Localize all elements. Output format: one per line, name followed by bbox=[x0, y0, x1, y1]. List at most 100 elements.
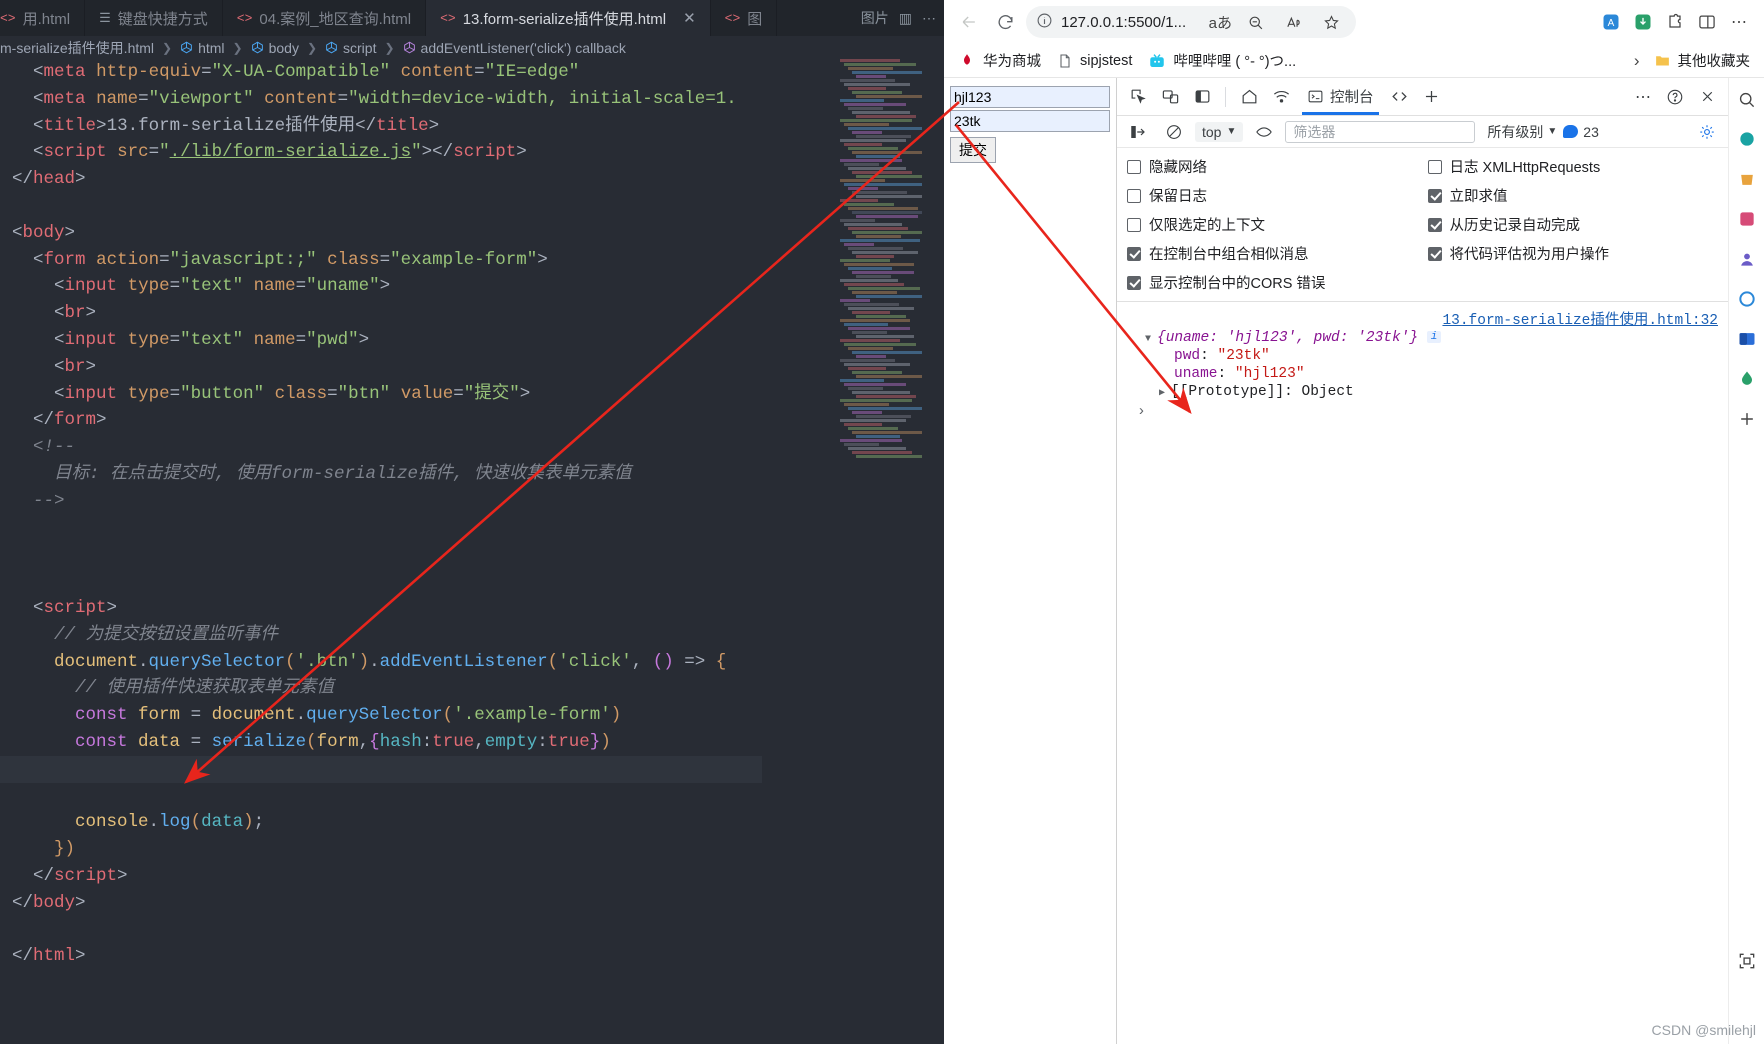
bookmarks-overflow-icon[interactable]: › bbox=[1634, 51, 1640, 71]
no-entry-icon[interactable] bbox=[1159, 118, 1189, 146]
code-line[interactable]: <meta http-equiv="X-UA-Compatible" conte… bbox=[12, 59, 944, 86]
code-line[interactable]: <br> bbox=[12, 354, 944, 381]
code-line[interactable]: <br> bbox=[12, 300, 944, 327]
browser-essentials-icon[interactable] bbox=[1734, 286, 1760, 312]
bookmark-bilibili[interactable]: 哔哩哔哩 ( °- °)つ... bbox=[1148, 50, 1296, 71]
setting-autocomplete-history[interactable]: 从历史记录自动完成 bbox=[1427, 214, 1719, 235]
code-line[interactable]: <form action="javascript:;" class="examp… bbox=[12, 247, 944, 274]
read-aloud-icon[interactable]: aあ bbox=[1209, 12, 1232, 33]
pwd-input[interactable] bbox=[950, 110, 1110, 132]
close-icon[interactable]: ✕ bbox=[683, 9, 696, 27]
setting-eager-eval[interactable]: 立即求值 bbox=[1427, 185, 1719, 206]
breadcrumb-item-html[interactable]: html bbox=[198, 40, 224, 56]
setting-log-xhr[interactable]: 日志 XMLHttpRequests bbox=[1427, 156, 1719, 177]
code-line[interactable]: const form = document.querySelector('.ex… bbox=[12, 702, 944, 729]
add-icon[interactable] bbox=[1734, 406, 1760, 432]
editor-tab-1[interactable]: ☰ 键盘快捷方式 bbox=[85, 0, 223, 36]
setting-group-similar[interactable]: 在控制台中组合相似消息 bbox=[1127, 243, 1418, 264]
collections-icon[interactable] bbox=[1734, 206, 1760, 232]
site-info-icon[interactable] bbox=[1036, 12, 1053, 33]
code-line[interactable]: --> bbox=[12, 488, 944, 515]
filter-input[interactable]: 筛选器 bbox=[1285, 120, 1476, 143]
editor-tab-0[interactable]: <> 用.html bbox=[0, 0, 86, 36]
code-line[interactable]: 目标: 在点击提交时, 使用form-serialize插件, 快速收集表单元素… bbox=[12, 461, 944, 488]
drop-icon[interactable] bbox=[1734, 366, 1760, 392]
console-prompt[interactable]: › bbox=[1117, 400, 1728, 420]
other-favorites-folder[interactable]: 其他收藏夹 bbox=[1654, 50, 1750, 71]
add-tab-icon[interactable] bbox=[1417, 83, 1447, 111]
copilot-icon[interactable] bbox=[1734, 126, 1760, 152]
code-line[interactable]: // 使用插件快速获取表单元素值 bbox=[12, 675, 944, 702]
code-line[interactable]: <input type="text" name="pwd"> bbox=[12, 327, 944, 354]
code-line[interactable]: console.log(data); bbox=[12, 809, 944, 836]
log-level-selector[interactable]: 所有级别 ▼ bbox=[1487, 122, 1557, 142]
checkbox[interactable] bbox=[1427, 217, 1442, 232]
object-property-row[interactable]: uname: "hjl123" bbox=[1117, 364, 1728, 382]
profile-icon[interactable] bbox=[1734, 246, 1760, 272]
home-icon[interactable] bbox=[1234, 83, 1264, 111]
console-output[interactable]: 13.form-serialize插件使用.html:32 ▼ {uname: '… bbox=[1117, 302, 1728, 1044]
object-property-row[interactable]: pwd: "23tk" bbox=[1117, 346, 1728, 364]
code-line[interactable]: </script> bbox=[12, 863, 944, 890]
network-icon[interactable] bbox=[1266, 83, 1296, 111]
split-editor-icon[interactable]: ▥ bbox=[899, 10, 912, 27]
prototype-row[interactable]: ▶ [[Prototype]]: Object bbox=[1117, 382, 1728, 400]
code-line[interactable]: <input type="text" name="uname"> bbox=[12, 273, 944, 300]
breadcrumb-item-callback[interactable]: addEventListener('click') callback bbox=[421, 40, 626, 56]
breadcrumb-item-script[interactable]: script bbox=[343, 40, 376, 56]
editor-tab-4[interactable]: <> 图 bbox=[710, 0, 778, 36]
code-line[interactable] bbox=[12, 783, 944, 810]
code-line[interactable]: const data = serialize(form,{hash:true,e… bbox=[12, 729, 944, 756]
favorite-icon[interactable] bbox=[1316, 7, 1346, 37]
code-line[interactable]: <script> bbox=[12, 595, 944, 622]
console-log-entry[interactable]: ▼ {uname: 'hjl123', pwd: '23tk'} i bbox=[1117, 328, 1728, 346]
devtools-help-icon[interactable] bbox=[1660, 83, 1690, 111]
checkbox[interactable] bbox=[1427, 246, 1442, 261]
device-toolbar-icon[interactable] bbox=[1155, 83, 1185, 111]
back-button[interactable] bbox=[954, 7, 984, 37]
shopping-icon[interactable] bbox=[1734, 166, 1760, 192]
extensions-icon[interactable] bbox=[1660, 7, 1690, 37]
search-icon[interactable] bbox=[1734, 86, 1760, 112]
collapse-triangle-icon[interactable]: ▶ bbox=[1159, 387, 1171, 399]
checkbox[interactable] bbox=[1127, 246, 1141, 261]
code-line[interactable] bbox=[12, 568, 944, 595]
devtools-more-icon[interactable]: ⋯ bbox=[1628, 83, 1658, 111]
apps-icon[interactable]: A bbox=[1596, 7, 1626, 37]
inspect-icon[interactable] bbox=[1123, 83, 1153, 111]
checkbox[interactable] bbox=[1127, 159, 1141, 174]
clear-console-icon[interactable] bbox=[1123, 118, 1153, 146]
reload-button[interactable] bbox=[990, 7, 1020, 37]
sources-icon[interactable] bbox=[1385, 83, 1415, 111]
checkbox[interactable] bbox=[1127, 275, 1141, 290]
code-line[interactable] bbox=[0, 755, 762, 783]
code-editor-content[interactable]: <meta http-equiv="X-UA-Compatible" conte… bbox=[0, 59, 944, 1044]
editor-scrollbar[interactable] bbox=[928, 59, 940, 1044]
info-badge-icon[interactable]: i bbox=[1426, 331, 1442, 343]
code-line[interactable]: <script src="./lib/form-serialize.js"></… bbox=[12, 139, 944, 166]
address-bar[interactable]: 127.0.0.1:5500/1... aあ bbox=[1026, 6, 1356, 38]
setting-preserve-log[interactable]: 保留日志 bbox=[1127, 185, 1418, 206]
downloads-icon[interactable] bbox=[1628, 7, 1658, 37]
browser-menu-icon[interactable]: ⋯ bbox=[1724, 7, 1754, 37]
editor-tab-2[interactable]: <> 04.案例_地区查询.html bbox=[222, 0, 427, 36]
live-expression-icon[interactable] bbox=[1249, 118, 1279, 146]
editor-minimap[interactable] bbox=[840, 59, 922, 459]
tab-console[interactable]: 控制台 bbox=[1298, 79, 1383, 115]
code-line[interactable]: </form> bbox=[12, 407, 944, 434]
editor-tab-3[interactable]: <> 13.form-serialize插件使用.html ✕ bbox=[426, 0, 711, 36]
issues-badge[interactable]: 23 bbox=[1563, 124, 1599, 140]
more-actions-icon[interactable]: ⋯ bbox=[922, 10, 936, 27]
setting-user-activation[interactable]: 将代码评估视为用户操作 bbox=[1427, 243, 1719, 264]
code-line[interactable]: <!-- bbox=[12, 434, 944, 461]
code-line[interactable] bbox=[12, 917, 944, 944]
code-line[interactable]: // 为提交按钮设置监听事件 bbox=[12, 622, 944, 649]
split-screen-icon[interactable] bbox=[1692, 7, 1722, 37]
expand-triangle-icon[interactable]: ▼ bbox=[1145, 334, 1157, 345]
bookmark-huawei[interactable]: 华为商城 bbox=[958, 50, 1041, 71]
zoom-out-icon[interactable] bbox=[1240, 7, 1270, 37]
code-line[interactable] bbox=[12, 515, 944, 542]
code-line[interactable]: document.querySelector('.btn').addEventL… bbox=[12, 649, 944, 676]
console-source-link[interactable]: 13.form-serialize插件使用.html:32 bbox=[1442, 308, 1718, 329]
submit-button[interactable]: 提交 bbox=[950, 137, 996, 163]
